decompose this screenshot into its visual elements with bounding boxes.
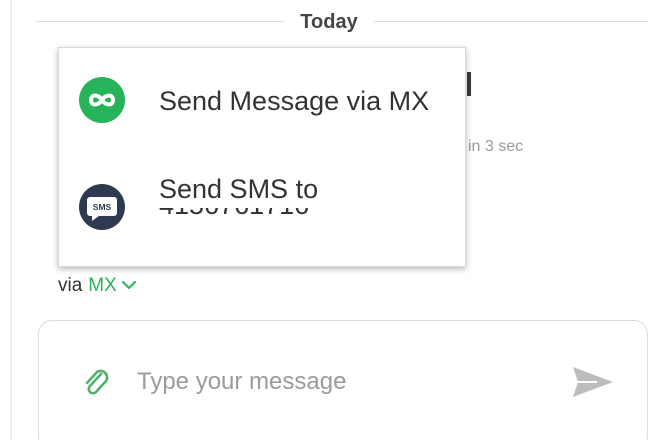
- channel-selector[interactable]: via MX: [58, 274, 137, 298]
- selected-channel[interactable]: MX: [88, 275, 117, 296]
- menu-item-label: Send Message via MX: [159, 86, 430, 116]
- infinity-logo-icon: [79, 77, 125, 123]
- send-icon[interactable]: [569, 363, 617, 401]
- sms-bubble-icon: SMS: [79, 184, 125, 230]
- menu-item-phone-number: 4156761716: [159, 208, 319, 222]
- message-edge: [467, 72, 471, 96]
- channel-dropdown-menu: Send Message via MX SMS Send SMS to 4156…: [58, 47, 466, 267]
- chevron-down-icon[interactable]: [121, 274, 137, 298]
- divider-line: [36, 21, 284, 22]
- menu-item-send-sms[interactable]: SMS Send SMS to 4156761716: [59, 166, 465, 266]
- paperclip-icon[interactable]: [79, 365, 113, 399]
- message-input[interactable]: [137, 365, 537, 399]
- menu-item-send-via-mx[interactable]: Send Message via MX: [59, 52, 465, 152]
- menu-item-label: Send SMS to: [159, 174, 319, 204]
- panel-divider: [10, 0, 12, 440]
- date-divider: Today: [36, 8, 648, 36]
- message-composer: [38, 320, 648, 440]
- message-timestamp: in 3 sec: [468, 138, 524, 155]
- divider-line: [374, 21, 648, 22]
- via-prefix: via: [58, 275, 83, 297]
- date-label: Today: [300, 11, 358, 33]
- chat-panel: Today in 3 sec Send Message via MX SMS S…: [0, 0, 655, 440]
- svg-text:SMS: SMS: [93, 202, 112, 212]
